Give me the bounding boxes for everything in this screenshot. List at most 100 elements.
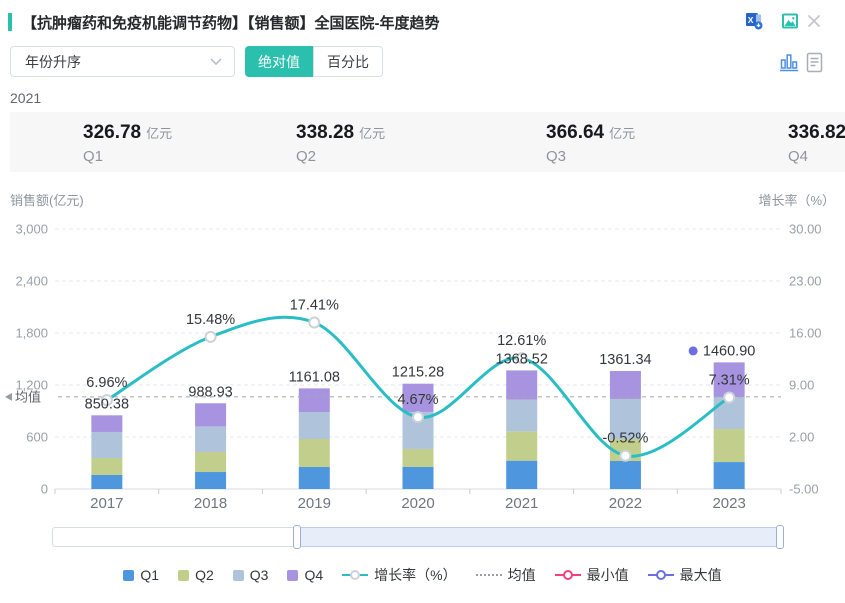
legend-item-Q2[interactable]: Q2 [178, 567, 214, 583]
bar-segment-Q2[interactable] [91, 458, 122, 475]
mean-line-arrow-icon [5, 393, 12, 401]
legend-line-marker-swatch [342, 569, 368, 581]
bar-segment-Q1[interactable] [91, 475, 122, 489]
bar-total-label: 1361.34 [599, 352, 651, 368]
bar-segment-Q2[interactable] [506, 431, 537, 460]
legend-square-swatch [178, 570, 189, 581]
stat-value: 336.82亿元 [788, 122, 845, 144]
bar-total-label: 1161.08 [289, 369, 340, 385]
bar-segment-Q1[interactable] [299, 467, 330, 489]
bar-segment-Q1[interactable] [506, 461, 537, 489]
growth-rate-label: 7.31% [709, 373, 750, 389]
left-axis-tick: 0 [41, 482, 48, 497]
bar-segment-Q3[interactable] [91, 432, 122, 458]
bar-chart-view-icon[interactable] [779, 52, 799, 74]
growth-rate-point[interactable] [620, 451, 630, 461]
stat-label: Q2 [296, 148, 385, 165]
legend-item-Q3[interactable]: Q3 [233, 567, 269, 583]
bar-segment-Q4[interactable] [506, 370, 537, 399]
legend-label: 均值 [508, 565, 536, 585]
left-axis-tick: 2,400 [15, 274, 48, 289]
legend-line-marker-swatch [648, 569, 674, 581]
stat-unit: 亿元 [359, 126, 385, 141]
chevron-down-icon [210, 58, 222, 66]
growth-rate-label: 4.67% [397, 392, 438, 408]
x-axis-label: 2023 [712, 495, 745, 512]
legend-label: Q1 [140, 567, 159, 583]
legend-label: 增长率（%） [374, 565, 456, 585]
bar-segment-Q1[interactable] [714, 462, 745, 489]
stat-value: 366.64亿元 [546, 122, 635, 144]
right-axis-tick: 2.00 [789, 430, 814, 445]
bars-group [91, 362, 744, 489]
growth-rate-point[interactable] [413, 412, 423, 422]
growth-rate-point[interactable] [724, 393, 734, 403]
sort-order-select[interactable]: 年份升序 [10, 46, 235, 77]
data-zoom-left-handle[interactable] [293, 525, 301, 549]
left-axis-tick: 600 [26, 430, 48, 445]
growth-rate-point[interactable] [309, 318, 319, 328]
bar-segment-Q1[interactable] [403, 467, 434, 489]
right-axis-tick: 16.00 [789, 326, 822, 341]
x-axis-label: 2020 [401, 495, 434, 512]
left-axis-tick: 3,000 [15, 222, 48, 237]
image-export-icon[interactable] [781, 12, 799, 30]
bar-segment-Q2[interactable] [195, 452, 226, 472]
legend-item-Q1[interactable]: Q1 [123, 567, 159, 583]
legend-line-marker-swatch [555, 569, 581, 581]
report-view-icon[interactable] [806, 52, 823, 73]
growth-rate-label: 6.96% [86, 375, 127, 391]
data-zoom-selected-range[interactable] [297, 527, 779, 547]
bar-segment-Q2[interactable] [714, 429, 745, 462]
bar-total-label: 1215.28 [392, 365, 444, 381]
toggle-percent-button[interactable]: 百分比 [313, 46, 383, 77]
bar-total-label: 850.38 [85, 396, 129, 412]
value-mode-toggle: 绝对值 百分比 [245, 46, 383, 77]
stat-unit: 亿元 [609, 126, 635, 141]
data-zoom-slider[interactable] [52, 527, 783, 547]
right-axis-tick: 9.00 [789, 378, 814, 393]
selected-year-label: 2021 [10, 90, 41, 106]
bar-segment-Q1[interactable] [610, 461, 641, 489]
right-axis-tick: 30.00 [789, 222, 822, 237]
legend-label: Q4 [304, 567, 323, 583]
stat-value: 338.28亿元 [296, 122, 385, 144]
excel-export-icon[interactable]: X [745, 12, 763, 30]
bar-segment-Q4[interactable] [195, 403, 226, 426]
legend-item-Q4[interactable]: Q4 [287, 567, 323, 583]
x-axis-label: 2019 [298, 495, 331, 512]
legend-square-swatch [123, 570, 134, 581]
x-axis-label: 2018 [194, 495, 227, 512]
growth-rate-point[interactable] [206, 332, 216, 342]
bar-segment-Q3[interactable] [195, 426, 226, 452]
stat-label: Q4 [788, 148, 845, 165]
sort-order-value: 年份升序 [25, 52, 210, 72]
data-zoom-right-handle[interactable] [776, 525, 784, 549]
stat-label: Q3 [546, 148, 635, 165]
legend-item-最大值[interactable]: 最大值 [648, 565, 722, 585]
legend-item-增长率（%）[interactable]: 增长率（%） [342, 565, 456, 585]
bar-segment-Q3[interactable] [299, 412, 330, 439]
bar-segment-Q3[interactable] [506, 400, 537, 432]
mean-line-label: 均值 [15, 389, 41, 404]
stat-card-q4: 336.82亿元 Q4 [788, 122, 845, 165]
trend-chart[interactable]: 0-5.006002.001,2009.001,80016.002,40023.… [0, 185, 845, 515]
bar-total-label: 1368.52 [496, 351, 548, 367]
bar-segment-Q1[interactable] [195, 472, 226, 489]
x-axis-label: 2022 [609, 495, 642, 512]
legend-item-均值[interactable]: 均值 [476, 565, 536, 585]
left-axis-tick: 1,800 [15, 326, 48, 341]
toggle-absolute-button[interactable]: 绝对值 [245, 46, 313, 77]
close-icon[interactable] [806, 13, 824, 31]
legend-label: 最小值 [587, 565, 629, 585]
legend-label: 最大值 [680, 565, 722, 585]
bar-segment-Q4[interactable] [610, 371, 641, 399]
bar-segment-Q4[interactable] [299, 388, 330, 412]
bar-segment-Q2[interactable] [403, 449, 434, 467]
growth-rate-label: -0.52% [602, 431, 648, 447]
bar-segment-Q4[interactable] [91, 415, 122, 432]
stat-card-q3: 366.64亿元 Q3 [546, 122, 635, 165]
legend-square-swatch [287, 570, 298, 581]
bar-segment-Q2[interactable] [299, 439, 330, 467]
legend-item-最小值[interactable]: 最小值 [555, 565, 629, 585]
